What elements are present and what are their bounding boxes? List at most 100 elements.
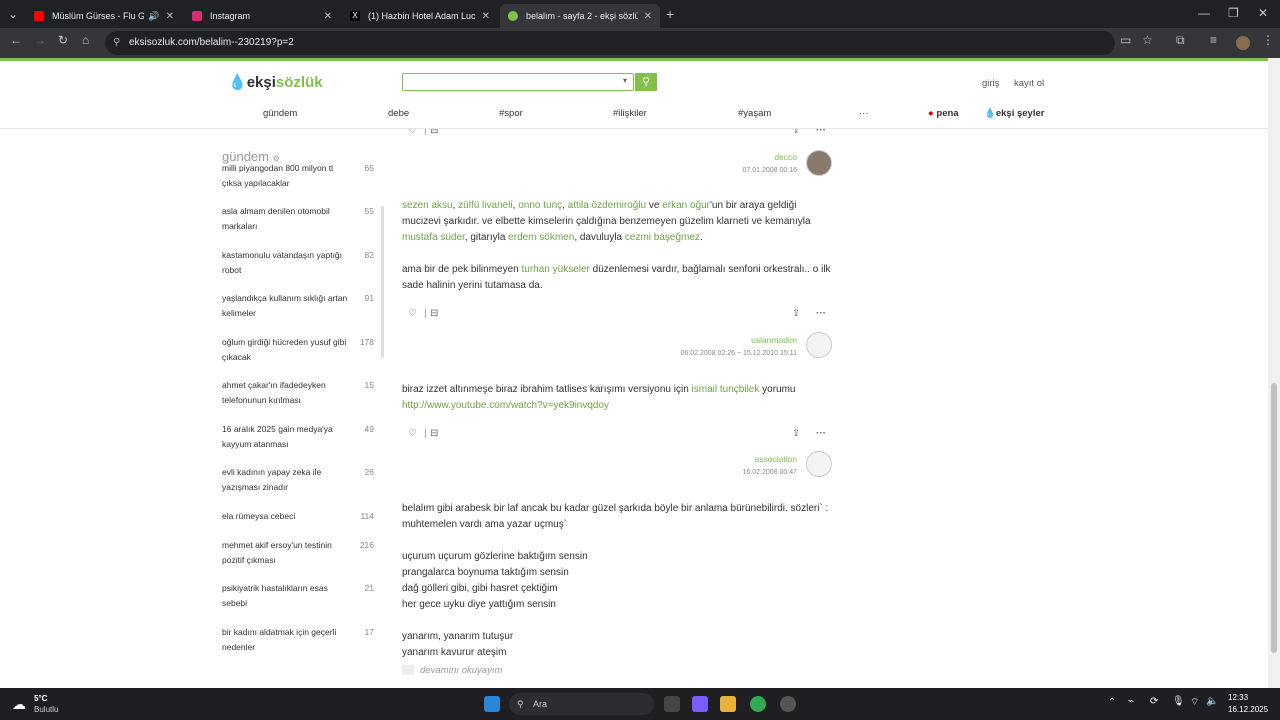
sidebar-topic-item[interactable]: milli piyangodan 800 milyon tl çıksa yap… — [222, 161, 378, 191]
bookmark-star-icon[interactable]: ☆ — [1142, 33, 1153, 47]
bkz-link[interactable]: turhan yükseler — [522, 264, 590, 275]
cast-icon[interactable]: ▭ — [1120, 33, 1131, 47]
address-bar[interactable]: ⚲ eksisozluk.com/belalim--230219?p=2 — [105, 31, 1115, 55]
file-explorer-icon[interactable] — [720, 696, 736, 712]
bkz-link[interactable]: sezen aksu — [402, 200, 453, 211]
avatar[interactable] — [806, 150, 832, 176]
bkz-link[interactable]: attila özdemiroğlu — [568, 200, 646, 211]
entry-date[interactable]: 16.02.2008 00:47 — [743, 466, 798, 479]
bkz-link[interactable]: zülfü livaneli — [458, 200, 512, 211]
nav-yasam[interactable]: #yaşam — [738, 108, 771, 119]
site-info-icon[interactable]: ⚲ — [113, 31, 120, 55]
sidebar-topic-item[interactable]: bir kadını aldatmak için geçerli nedenle… — [222, 625, 378, 655]
nav-iliskiler[interactable]: #ilişkiler — [613, 108, 647, 119]
weather-temp[interactable]: 5°C — [34, 694, 47, 703]
close-icon[interactable]: ✕ — [482, 11, 490, 22]
nav-debe[interactable]: debe — [388, 108, 409, 119]
page-scrollbar[interactable] — [1268, 58, 1280, 688]
tab-x[interactable]: X (1) Hazbin Hotel Adam Lucifer ✕ — [342, 4, 498, 28]
bkz-link[interactable]: mustafa süder — [402, 232, 465, 243]
avatar[interactable] — [806, 332, 832, 358]
search-input[interactable]: ▾ — [402, 73, 634, 91]
minus-icon[interactable]: ⊟ — [430, 306, 438, 322]
favorite-icon[interactable]: ♡ — [408, 306, 417, 322]
bkz-link[interactable]: erdem sökmen — [508, 232, 574, 243]
taskbar-search[interactable]: ⚲ Ara — [509, 693, 654, 715]
steam-icon[interactable] — [780, 696, 796, 712]
tab-youtube[interactable]: Müslüm Gürses - Flu Gibi ( 🔊 ✕ — [26, 4, 182, 28]
nav-spor[interactable]: #spor — [499, 108, 523, 119]
windows-start-icon[interactable] — [484, 696, 500, 712]
author-name[interactable]: decco — [743, 151, 797, 164]
minus-icon[interactable]: ⊟ — [430, 426, 438, 442]
sidebar-topic-item[interactable]: ela rümeysa cebeci 114 — [222, 509, 378, 524]
microphone-icon[interactable]: 🎙 — [1172, 696, 1185, 707]
bkz-link[interactable]: erkan oğur — [662, 200, 710, 211]
read-more-link[interactable]: devamını okuyayım — [402, 663, 502, 679]
entry-date[interactable]: 06.02.2008 02:26 ~ 15.12.2010 15:11 — [681, 347, 797, 360]
clock-time[interactable]: 12:33 — [1228, 693, 1248, 702]
share-icon[interactable]: ⇪ — [792, 306, 800, 322]
eksi-logo[interactable]: 💧ekşisözlük — [228, 73, 323, 91]
favorite-icon[interactable]: ♡ — [408, 426, 417, 442]
close-icon[interactable]: ✕ — [324, 11, 332, 22]
minimize-icon[interactable]: — — [1198, 6, 1210, 20]
bkz-link[interactable]: ismail tunçbilek — [692, 384, 760, 395]
reload-icon[interactable]: ↻ — [58, 33, 68, 47]
speaker-icon[interactable]: 🔊 — [148, 11, 159, 22]
dropdown-icon[interactable]: ▾ — [623, 76, 627, 85]
wifi-icon[interactable]: ⌔ — [1190, 696, 1199, 709]
sidebar-topic-item[interactable]: yaşlandıkça kullanım sıklığı artan kelim… — [222, 291, 378, 321]
profile-avatar[interactable] — [1236, 36, 1250, 50]
clock-date[interactable]: 16.12.2025 — [1228, 705, 1268, 714]
login-link[interactable]: giriş — [982, 78, 999, 89]
tab-search-icon[interactable]: ⌄ — [8, 7, 18, 21]
sidebar-topic-item[interactable]: oğlum girdiği hücreden yusuf gibi çıkaca… — [222, 335, 378, 365]
window-close-icon[interactable]: ✕ — [1258, 6, 1268, 20]
sidebar-topic-item[interactable]: 16 aralık 2025 gain medya'ya kayyum atan… — [222, 422, 378, 452]
sidebar-topic-item[interactable]: kastamonulu vatandaşın yaptığı robot 82 — [222, 248, 378, 278]
reading-list-icon[interactable]: ≡ — [1210, 33, 1217, 47]
new-tab-icon[interactable]: + — [666, 6, 674, 22]
scrollbar-thumb[interactable] — [1271, 383, 1277, 653]
nav-gundem[interactable]: gündem — [263, 108, 297, 119]
bkz-link[interactable]: onno tunç — [518, 200, 562, 211]
weather-icon[interactable]: ☁ — [12, 696, 26, 713]
register-link[interactable]: kayıt ol — [1014, 78, 1044, 89]
bkz-link[interactable]: cezmi başeğmez — [625, 232, 700, 243]
network-icon[interactable]: ⌁ — [1128, 696, 1134, 707]
copilot-icon[interactable] — [692, 696, 708, 712]
eksi-seyler-link[interactable]: 💧ekşi şeyler — [984, 108, 1044, 119]
sidebar-topic-item[interactable]: mehmet akif ersoy'un testinin pozitif çı… — [222, 538, 378, 568]
share-icon[interactable]: ⇪ — [792, 426, 800, 442]
more-icon[interactable]: ··· — [816, 306, 826, 322]
close-icon[interactable]: ✕ — [166, 11, 174, 22]
back-icon[interactable]: ← — [10, 33, 22, 47]
avatar[interactable] — [806, 451, 832, 477]
chrome-icon[interactable] — [750, 696, 766, 712]
pena-link[interactable]: ● pena — [928, 108, 959, 119]
volume-icon[interactable]: 🔈 — [1206, 696, 1218, 707]
sync-icon[interactable]: ⟳ — [1150, 696, 1158, 707]
author-name[interactable]: uslanmadim — [681, 334, 797, 347]
bkz-link[interactable]: http://www.youtube.com/watch?v=yek9invqd… — [402, 400, 609, 411]
weather-desc[interactable]: Bulutlu — [34, 705, 58, 714]
sidebar-topic-item[interactable]: evli kadının yapay zeka ile yazışması zi… — [222, 465, 378, 495]
sidebar-topic-item[interactable]: psikiyatrik hastalıkların esas sebebi 21 — [222, 581, 378, 611]
tab-instagram[interactable]: Instagram ✕ — [184, 4, 340, 28]
entry-date[interactable]: 07.01.2008 00:16 — [743, 164, 798, 177]
author-name[interactable]: association — [743, 453, 797, 466]
sidebar-topic-item[interactable]: asla almam denilen otomobil markaları 55 — [222, 204, 378, 234]
chrome-menu-icon[interactable]: ⋮ — [1262, 33, 1274, 47]
sidebar-scrollbar[interactable] — [381, 206, 384, 358]
search-button[interactable]: ⚲ — [635, 73, 657, 91]
task-view-icon[interactable] — [664, 696, 680, 712]
tab-eksi[interactable]: belalım - sayfa 2 - ekşi sözlük ✕ — [500, 4, 660, 28]
more-icon[interactable]: ··· — [816, 426, 826, 442]
chevron-up-icon[interactable]: ⌃ — [1108, 697, 1116, 708]
maximize-icon[interactable]: ❐ — [1228, 6, 1239, 20]
home-icon[interactable]: ⌂ — [82, 33, 89, 47]
nav-more[interactable]: ··· — [859, 108, 869, 119]
forward-icon[interactable]: → — [34, 33, 46, 47]
sidebar-topic-item[interactable]: ahmet çakar'ın ifadedeyken telefonunun k… — [222, 378, 378, 408]
